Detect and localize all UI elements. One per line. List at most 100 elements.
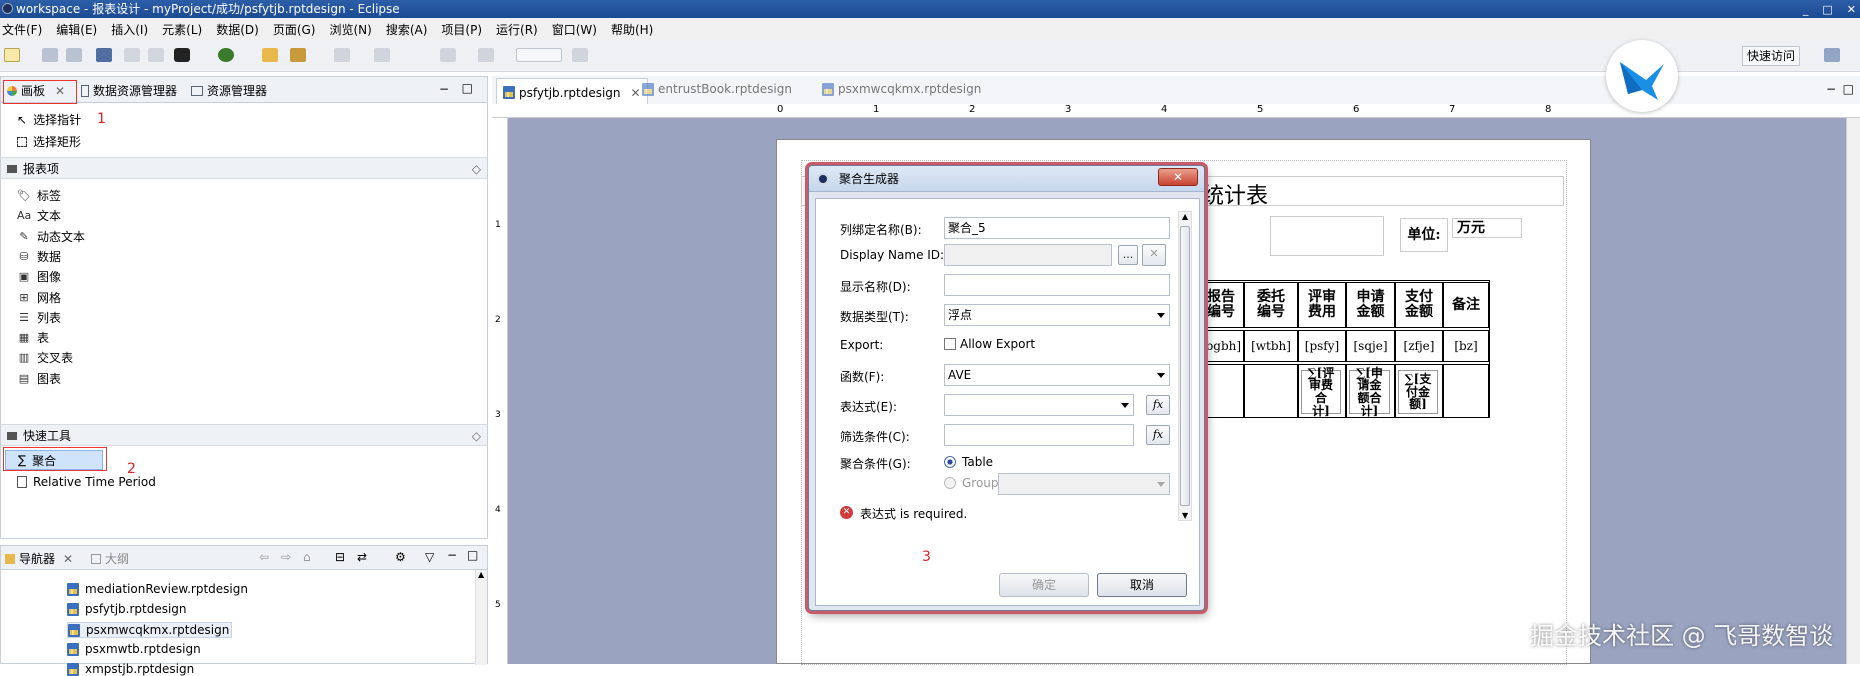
menu-item[interactable]: 项目(P)	[441, 21, 482, 38]
preview-icon[interactable]	[96, 48, 112, 62]
filter-builder-button[interactable]: fx	[1146, 425, 1170, 445]
report-header-cell[interactable]: 评审费用	[1298, 282, 1346, 328]
tab-resource-explorer[interactable]: 资源管理器	[191, 82, 267, 99]
palette-item-list[interactable]: ☰ 列表	[17, 309, 61, 326]
report-header-cell[interactable]: 委托编号	[1244, 282, 1298, 328]
radio-table[interactable]	[944, 456, 956, 468]
prev-annotation-icon[interactable]	[374, 48, 390, 62]
aggregate-cell[interactable]: ∑[申请金额合计]	[1349, 366, 1390, 417]
expression-input[interactable]	[944, 394, 1134, 416]
perspective-icon[interactable]	[1824, 48, 1840, 62]
collapse-icon[interactable]: ◇	[472, 425, 481, 447]
view-menu-icon[interactable]: ▽	[425, 550, 434, 564]
quick-tools-header[interactable]: 快速工具 ◇	[1, 424, 487, 446]
menu-item[interactable]: 插入(I)	[111, 21, 148, 38]
minimize-editor-icon[interactable]: −	[1826, 82, 1836, 96]
link-editor-icon[interactable]: ⇄	[357, 550, 367, 564]
menu-item[interactable]: 运行(R)	[496, 21, 538, 38]
dialog-title-bar[interactable]: 聚合生成器	[809, 166, 1204, 192]
aggregate-cell[interactable]: ∑[评审费合计]	[1301, 366, 1341, 417]
scroll-up-icon[interactable]: ▲	[1182, 212, 1188, 221]
open-folder-icon[interactable]	[262, 48, 278, 62]
browse-button[interactable]: ...	[1118, 245, 1138, 265]
maximize-button[interactable]: □	[1822, 1, 1832, 19]
close-tab-icon[interactable]: ✕	[63, 552, 73, 566]
cancel-button[interactable]: 取消	[1097, 573, 1187, 597]
quick-access-field[interactable]: 快速访问	[1742, 46, 1800, 66]
editor-tab-psxmwcqkmx[interactable]: psxmwcqkmx.rptdesign	[822, 82, 981, 96]
run-icon[interactable]	[174, 48, 190, 62]
allow-export-checkbox[interactable]	[944, 338, 956, 350]
tool-select-pointer[interactable]: ↖ 选择指针	[17, 111, 81, 128]
minimize-view-icon[interactable]: −	[439, 82, 449, 96]
scrollbar-thumb[interactable]	[1180, 226, 1190, 506]
palette-item-dynamic-text[interactable]: ✎ 动态文本	[17, 228, 85, 245]
tab-data-explorer[interactable]: 数据资源管理器	[81, 82, 177, 99]
palette-item-text[interactable]: Aa 文本	[17, 207, 61, 224]
unit-value-cell[interactable]: 万元	[1452, 218, 1522, 238]
combo-box-empty[interactable]	[516, 48, 562, 62]
palette-item-tag[interactable]: 🏷 标签	[17, 187, 61, 204]
minimize-button[interactable]: _	[1803, 1, 1809, 19]
report-footer-cell[interactable]	[1443, 364, 1489, 418]
scroll-down-icon[interactable]: ▼	[1182, 511, 1188, 520]
palette-item-grid[interactable]: ⊞ 网格	[17, 289, 61, 306]
palette-item-chart[interactable]: ▤ 图表	[17, 370, 61, 387]
tool-relative-time-period[interactable]: Relative Time Period	[17, 475, 156, 489]
close-window-button[interactable]: ✕	[1847, 1, 1856, 19]
undo-icon[interactable]	[124, 48, 140, 62]
navigator-scrollbar[interactable]: ▲	[475, 570, 487, 665]
collapse-all-icon[interactable]: ⊟	[335, 550, 345, 564]
filter-icon[interactable]: ⚙	[395, 550, 406, 564]
unit-label-cell[interactable]: 单位:	[1400, 218, 1448, 252]
palette-item-image[interactable]: ▣ 图像	[17, 268, 61, 285]
menu-item[interactable]: 搜索(A)	[386, 21, 428, 38]
home-nav-icon[interactable]: ⌂	[303, 550, 311, 564]
report-data-cell[interactable]: [psfy]	[1298, 330, 1346, 362]
navigator-file-item[interactable]: xmpstjb.rptdesign	[67, 662, 194, 676]
tab-outline[interactable]: 大纲	[91, 550, 129, 567]
canvas-scrollbar[interactable]	[1846, 118, 1860, 664]
report-data-cell[interactable]: [sqje]	[1346, 330, 1395, 362]
report-data-cell[interactable]: [bz]	[1443, 330, 1489, 362]
menu-item[interactable]: 元素(L)	[162, 21, 202, 38]
expression-builder-button[interactable]: fx	[1146, 395, 1170, 415]
navigator-file-item[interactable]: psfytjb.rptdesign	[67, 602, 187, 616]
minimize-view-icon[interactable]: −	[447, 548, 457, 562]
display-name-input[interactable]	[944, 274, 1170, 296]
navigator-file-item[interactable]: mediationReview.rptdesign	[67, 582, 248, 596]
data-type-select[interactable]: 浮点	[944, 304, 1170, 326]
report-footer-cell[interactable]	[1244, 364, 1298, 418]
redo-icon[interactable]	[148, 48, 164, 62]
palette-item-crosstab[interactable]: ▥ 交叉表	[17, 349, 73, 366]
menu-item[interactable]: 文件(F)	[2, 21, 42, 38]
collapse-icon[interactable]: ◇	[472, 158, 481, 180]
save-icon[interactable]	[42, 48, 58, 62]
scroll-up-icon[interactable]: ▲	[478, 570, 484, 579]
palette-item-table[interactable]: ▦ 表	[17, 329, 49, 346]
forward-nav-icon[interactable]: ⇨	[281, 550, 291, 564]
debug-icon[interactable]	[218, 48, 234, 62]
editor-tab-psfytjb[interactable]: psfytjb.rptdesign ✕	[496, 78, 648, 106]
ok-button[interactable]: 确定	[999, 573, 1089, 597]
palette-item-database[interactable]: ⛁ 数据	[17, 248, 61, 265]
new-icon[interactable]	[4, 48, 20, 62]
report-data-cell[interactable]: [wtbh]	[1244, 330, 1298, 362]
clear-button[interactable]: ✕	[1142, 244, 1166, 266]
navigator-file-item[interactable]: psxmwtb.rptdesign	[67, 642, 201, 656]
dialog-close-button[interactable]: ✕	[1158, 168, 1198, 186]
back-nav-icon[interactable]: ⇦	[259, 550, 269, 564]
report-header-cell[interactable]: 备注	[1443, 282, 1489, 328]
back-icon[interactable]	[440, 48, 456, 62]
maximize-view-icon[interactable]: □	[467, 548, 478, 562]
menu-item[interactable]: 编辑(E)	[56, 21, 97, 38]
maximize-view-icon[interactable]: □	[462, 81, 473, 95]
aggregate-cell[interactable]: ∑[支付金额]	[1398, 370, 1438, 414]
navigator-file-item[interactable]: psxmwcqkmx.rptdesign	[67, 622, 233, 638]
forward-icon[interactable]	[478, 48, 494, 62]
save-all-icon[interactable]	[66, 48, 82, 62]
menu-item[interactable]: 窗口(W)	[552, 21, 597, 38]
tool-select-rectangle[interactable]: 选择矩形	[17, 133, 81, 150]
tab-navigator[interactable]: 导航器 ✕	[5, 550, 73, 567]
pin-icon[interactable]	[572, 48, 588, 62]
